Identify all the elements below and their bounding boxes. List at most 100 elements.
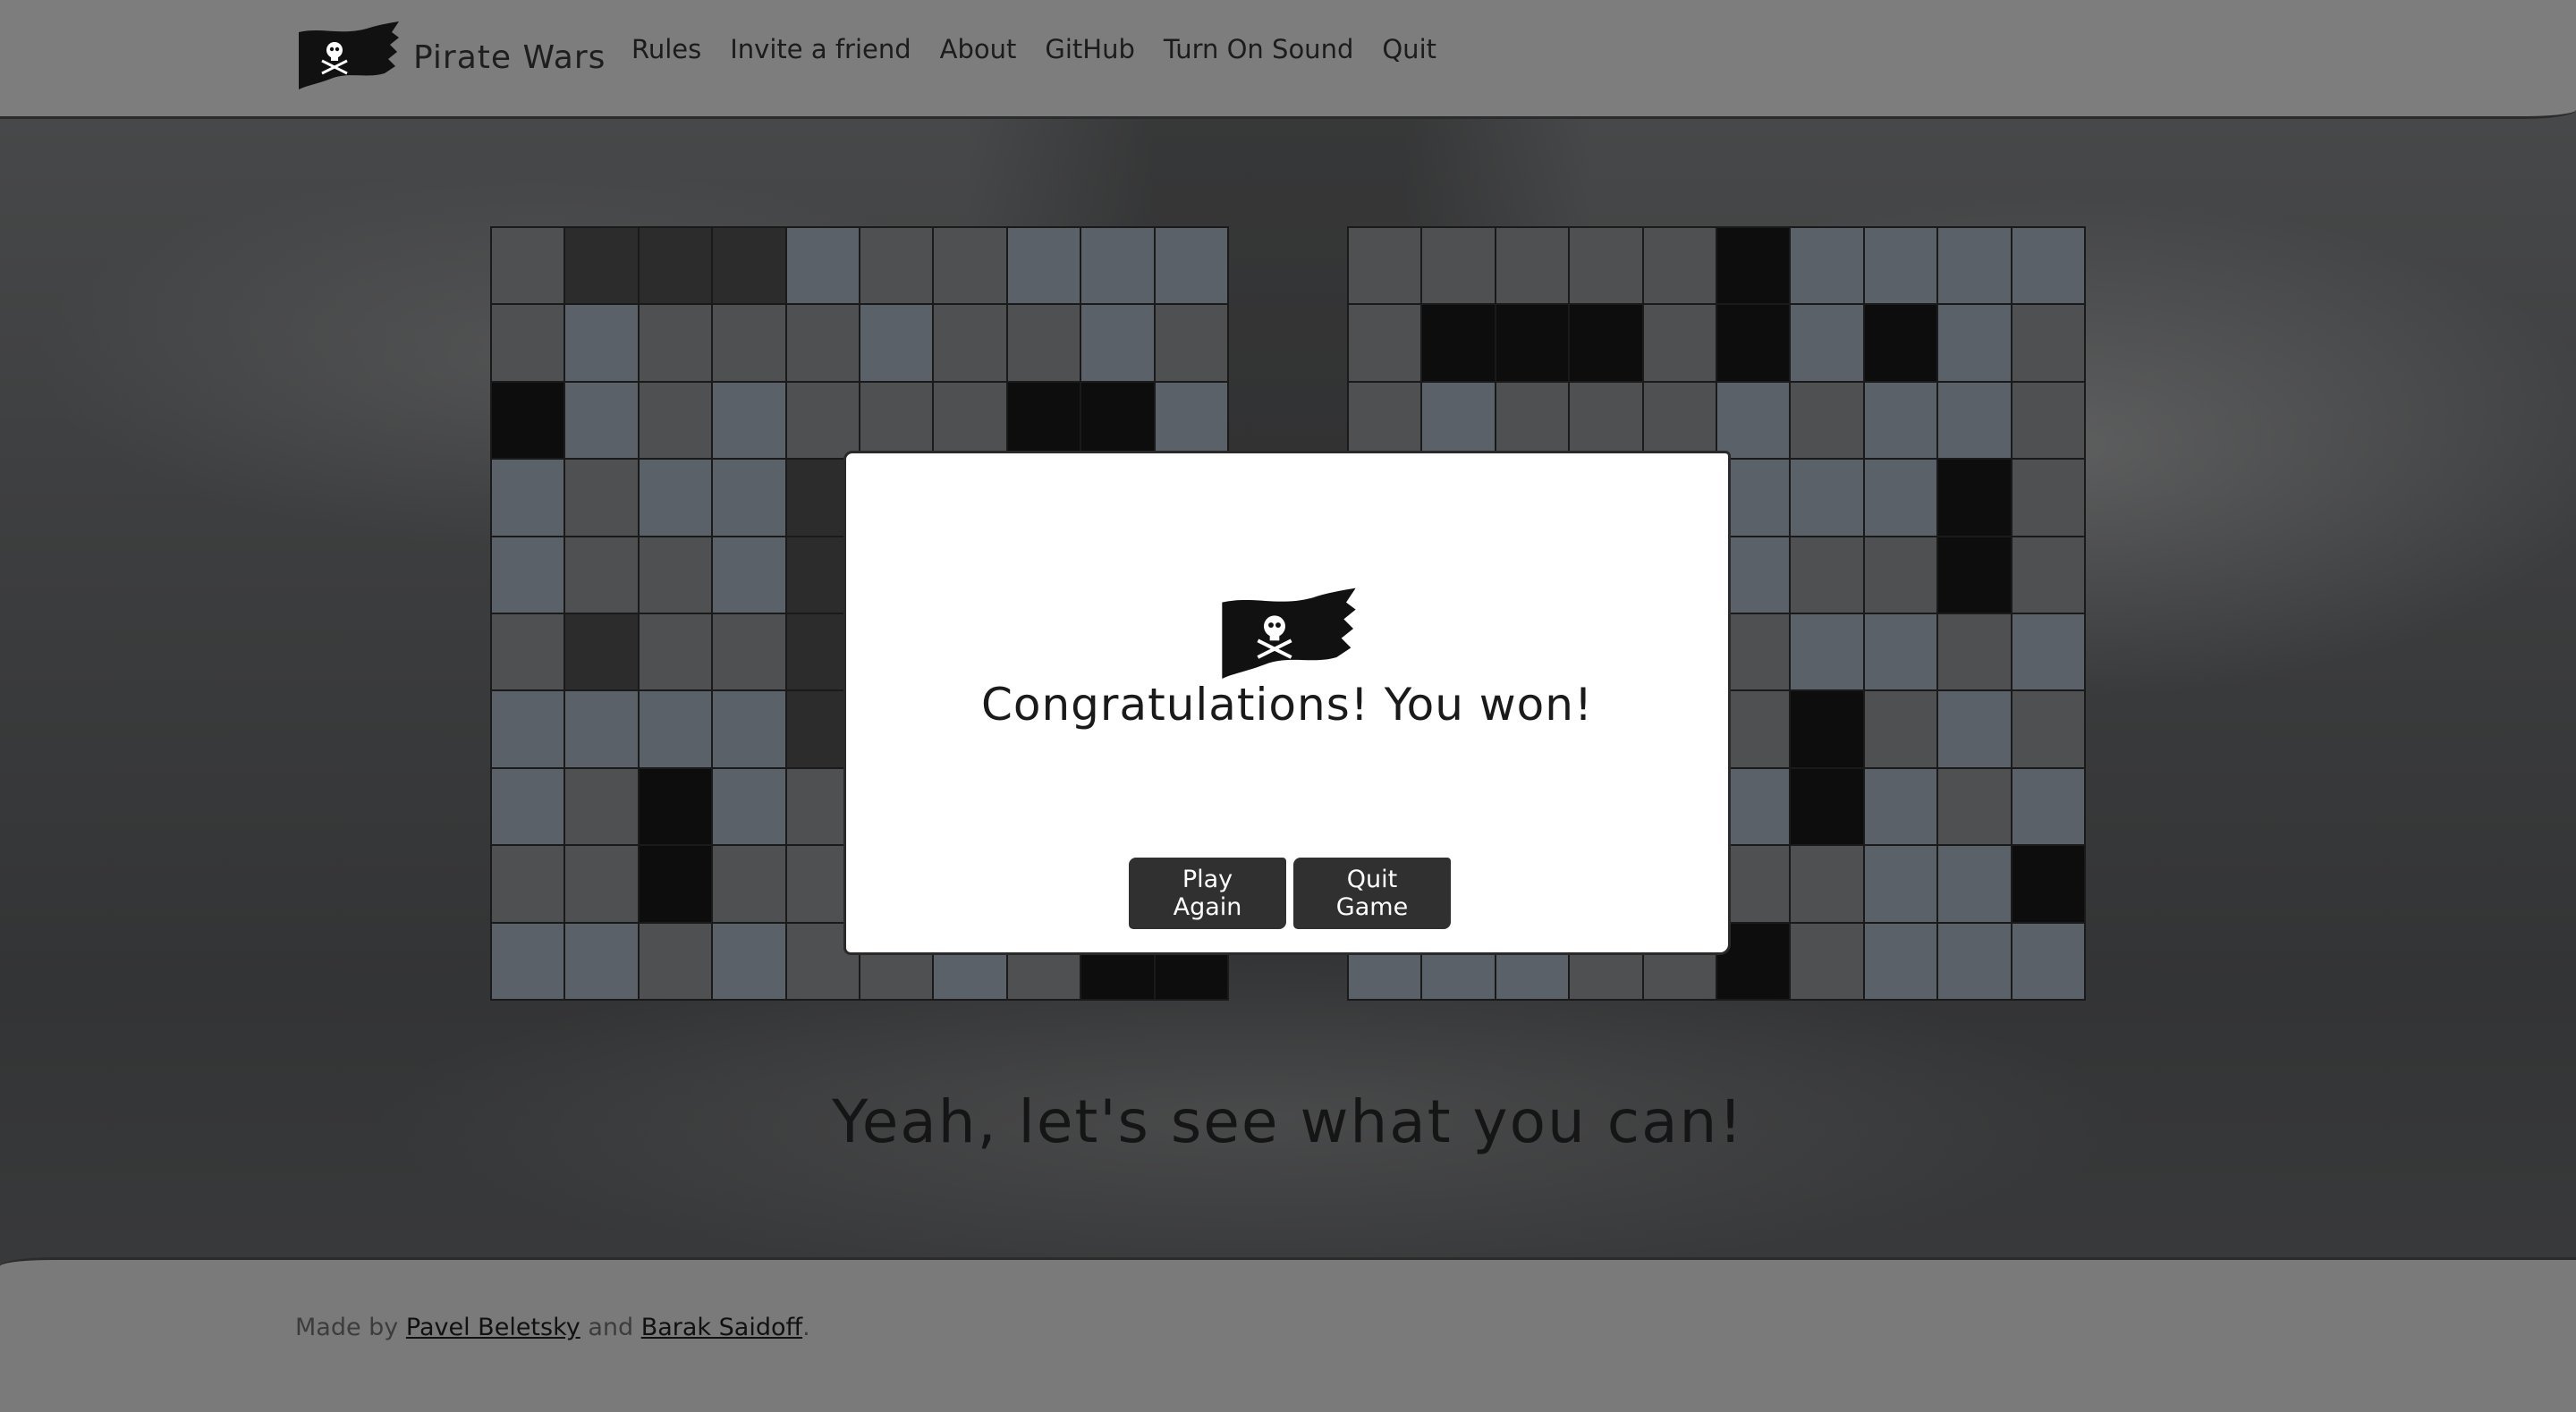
- player-board-cell[interactable]: [639, 923, 712, 999]
- player-board-cell[interactable]: [1155, 305, 1227, 381]
- enemy-board-cell[interactable]: [1791, 305, 1863, 381]
- player-board-cell[interactable]: [492, 923, 564, 999]
- enemy-board-cell[interactable]: [2012, 537, 2084, 613]
- player-board-cell[interactable]: [1081, 382, 1154, 459]
- enemy-board-cell[interactable]: [1938, 846, 2011, 922]
- enemy-board-cell[interactable]: [1864, 460, 1937, 536]
- player-board-cell[interactable]: [860, 382, 933, 459]
- enemy-board-cell[interactable]: [2012, 846, 2084, 922]
- player-board-cell[interactable]: [713, 228, 785, 304]
- player-board-cell[interactable]: [565, 768, 638, 845]
- enemy-board-cell[interactable]: [1864, 691, 1937, 767]
- enemy-board-cell[interactable]: [2012, 768, 2084, 845]
- enemy-board-cell[interactable]: [1791, 228, 1863, 304]
- quit-game-button[interactable]: Quit Game: [1293, 858, 1451, 929]
- enemy-board-cell[interactable]: [1864, 923, 1937, 999]
- enemy-board-cell[interactable]: [2012, 923, 2084, 999]
- player-board-cell[interactable]: [639, 228, 712, 304]
- enemy-board-cell[interactable]: [1496, 228, 1569, 304]
- player-board-cell[interactable]: [565, 923, 638, 999]
- player-board-cell[interactable]: [713, 846, 785, 922]
- player-board-cell[interactable]: [492, 460, 564, 536]
- enemy-board-cell[interactable]: [1791, 460, 1863, 536]
- player-board-cell[interactable]: [565, 614, 638, 690]
- enemy-board-cell[interactable]: [2012, 460, 2084, 536]
- player-board-cell[interactable]: [713, 691, 785, 767]
- player-board-cell[interactable]: [639, 614, 712, 690]
- player-board-cell[interactable]: [492, 382, 564, 459]
- enemy-board-cell[interactable]: [1349, 305, 1421, 381]
- player-board-cell[interactable]: [713, 768, 785, 845]
- enemy-board-cell[interactable]: [1643, 305, 1716, 381]
- author-link-barak[interactable]: Barak Saidoff: [641, 1314, 802, 1341]
- enemy-board-cell[interactable]: [1791, 614, 1863, 690]
- player-board-cell[interactable]: [1155, 228, 1227, 304]
- enemy-board-cell[interactable]: [1791, 923, 1863, 999]
- player-board-cell[interactable]: [565, 382, 638, 459]
- enemy-board-cell[interactable]: [1864, 382, 1937, 459]
- nav-invite-friend[interactable]: Invite a friend: [730, 34, 911, 64]
- player-board-cell[interactable]: [860, 228, 933, 304]
- player-board-cell[interactable]: [639, 460, 712, 536]
- enemy-board-cell[interactable]: [1791, 768, 1863, 845]
- enemy-board-cell[interactable]: [1422, 305, 1495, 381]
- player-board-cell[interactable]: [565, 228, 638, 304]
- enemy-board-cell[interactable]: [1864, 614, 1937, 690]
- player-board-cell[interactable]: [492, 614, 564, 690]
- nav-quit[interactable]: Quit: [1382, 34, 1436, 64]
- player-board-cell[interactable]: [565, 305, 638, 381]
- player-board-cell[interactable]: [492, 846, 564, 922]
- enemy-board-cell[interactable]: [1791, 537, 1863, 613]
- enemy-board-cell[interactable]: [1791, 691, 1863, 767]
- player-board-cell[interactable]: [492, 305, 564, 381]
- enemy-board-cell[interactable]: [1717, 305, 1790, 381]
- player-board-cell[interactable]: [1081, 305, 1154, 381]
- player-board-cell[interactable]: [786, 382, 859, 459]
- player-board-cell[interactable]: [492, 228, 564, 304]
- player-board-cell[interactable]: [492, 691, 564, 767]
- player-board-cell[interactable]: [565, 537, 638, 613]
- enemy-board-cell[interactable]: [1643, 382, 1716, 459]
- player-board-cell[interactable]: [1155, 382, 1227, 459]
- player-board-cell[interactable]: [713, 614, 785, 690]
- player-board-cell[interactable]: [934, 382, 1006, 459]
- enemy-board-cell[interactable]: [1938, 305, 2011, 381]
- player-board-cell[interactable]: [639, 846, 712, 922]
- enemy-board-cell[interactable]: [1864, 537, 1937, 613]
- enemy-board-cell[interactable]: [2012, 614, 2084, 690]
- player-board-cell[interactable]: [639, 305, 712, 381]
- player-board-cell[interactable]: [492, 768, 564, 845]
- player-board-cell[interactable]: [713, 923, 785, 999]
- enemy-board-cell[interactable]: [1349, 382, 1421, 459]
- enemy-board-cell[interactable]: [1496, 382, 1569, 459]
- player-board-cell[interactable]: [713, 460, 785, 536]
- player-board-cell[interactable]: [1007, 382, 1080, 459]
- player-board-cell[interactable]: [786, 228, 859, 304]
- player-board-cell[interactable]: [565, 846, 638, 922]
- brand[interactable]: Pirate Wars: [295, 20, 606, 95]
- enemy-board-cell[interactable]: [1864, 228, 1937, 304]
- player-board-cell[interactable]: [934, 305, 1006, 381]
- player-board-cell[interactable]: [713, 537, 785, 613]
- player-board-cell[interactable]: [786, 305, 859, 381]
- enemy-board-cell[interactable]: [2012, 305, 2084, 381]
- enemy-board-cell[interactable]: [2012, 691, 2084, 767]
- player-board-cell[interactable]: [1007, 305, 1080, 381]
- player-board-cell[interactable]: [860, 305, 933, 381]
- player-board-cell[interactable]: [1007, 228, 1080, 304]
- enemy-board-cell[interactable]: [1717, 228, 1790, 304]
- player-board-cell[interactable]: [713, 305, 785, 381]
- player-board-cell[interactable]: [565, 691, 638, 767]
- play-again-button[interactable]: Play Again: [1129, 858, 1286, 929]
- enemy-board-cell[interactable]: [1938, 537, 2011, 613]
- player-board-cell[interactable]: [1081, 228, 1154, 304]
- nav-github[interactable]: GitHub: [1045, 34, 1135, 64]
- nav-about[interactable]: About: [940, 34, 1017, 64]
- enemy-board-cell[interactable]: [1938, 382, 2011, 459]
- enemy-board-cell[interactable]: [1938, 768, 2011, 845]
- enemy-board-cell[interactable]: [1570, 305, 1642, 381]
- nav-rules[interactable]: Rules: [631, 34, 701, 64]
- enemy-board-cell[interactable]: [1938, 923, 2011, 999]
- enemy-board-cell[interactable]: [1938, 691, 2011, 767]
- player-board-cell[interactable]: [639, 537, 712, 613]
